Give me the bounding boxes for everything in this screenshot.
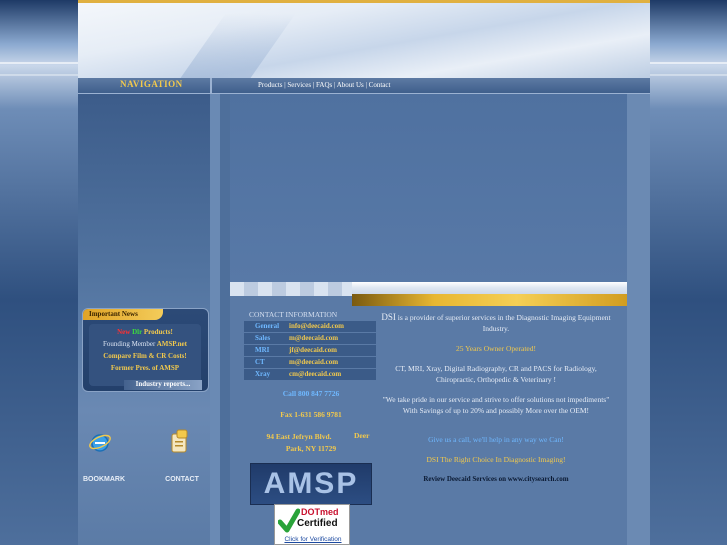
right-background-panel	[649, 0, 727, 545]
column-gutter-inner	[220, 94, 230, 545]
contact-information-heading: CONTACT INFORMATION	[249, 310, 338, 319]
news-item-former-pres[interactable]: Former Pres. of AMSP	[89, 364, 201, 372]
contact-row-mri[interactable]: MRI jf@deecaid.com	[244, 345, 376, 356]
nav-divider	[210, 78, 212, 93]
news-list: New Dlr Products! Founding Member AMSP.n…	[89, 324, 201, 386]
fax-number: Fax 1-631 586 9781	[280, 410, 342, 419]
contact-button[interactable]: CONTACT	[160, 426, 204, 488]
main-content-text: DSI is a provider of superior services i…	[378, 309, 614, 545]
contact-row-sales[interactable]: Sales m@deecaid.com	[244, 333, 376, 344]
phone-number: Call 800 847 7726	[282, 389, 340, 398]
important-news-title: Important News	[89, 310, 138, 318]
bookmark-label: BOOKMARK	[83, 476, 125, 483]
contact-row-general[interactable]: General info@deecaid.com	[244, 321, 376, 332]
dotmed-certified-badge[interactable]: DOTmed Certified Click for Verification	[274, 504, 350, 545]
contact-label: CONTACT	[165, 476, 199, 483]
glossy-divider-bar	[230, 282, 627, 306]
quote-text: "We take pride in our service and strive…	[382, 395, 610, 415]
navigation-title: NAVIGATION	[120, 79, 183, 89]
internet-explorer-icon	[89, 434, 111, 452]
news-item-founding-member[interactable]: Founding Member AMSP.net	[89, 340, 201, 348]
top-nav-links[interactable]: Products | Services | FAQs | About Us | …	[258, 81, 390, 89]
news-item-new-products[interactable]: New Dlr Products!	[89, 328, 201, 336]
address-line-1: 94 East Jefryn Blvd.	[266, 432, 332, 441]
amsp-logo[interactable]: AMSP	[250, 463, 372, 505]
industry-reports-link[interactable]: Industry reports...	[124, 380, 202, 390]
bookmark-button[interactable]: BOOKMARK	[82, 426, 126, 488]
important-news-header: Important News	[83, 309, 163, 320]
call-to-action: Give us a call, we'll help in any way we…	[428, 435, 564, 444]
contact-row-ct[interactable]: CT m@deecaid.com	[244, 357, 376, 368]
header-banner	[78, 0, 650, 93]
contact-information-panel: CONTACT INFORMATION General info@deecaid…	[244, 309, 376, 545]
news-item-compare[interactable]: Compare Film & CR Costs!	[89, 352, 201, 360]
address-deer: Deer	[354, 431, 370, 440]
navigation-bar: NAVIGATION Products | Services | FAQs | …	[78, 78, 650, 94]
contact-row-xray[interactable]: Xray cm@deecaid.com	[244, 369, 376, 380]
services-text: CT, MRI, Xray, Digital Radiography, CR a…	[395, 364, 597, 384]
left-background-panel	[0, 0, 78, 545]
years-text: 25 Years Owner Operated!	[456, 344, 536, 353]
tagline: DSI The Right Choice In Diagnostic Imagi…	[426, 455, 566, 464]
contact-card-icon	[171, 429, 188, 453]
review-link[interactable]: Review Deecaid Services on www.citysearc…	[378, 474, 614, 485]
right-strip	[627, 94, 650, 545]
content-top-area	[230, 94, 627, 282]
intro-text: DSI is a provider of superior services i…	[381, 312, 611, 333]
address-line-2: Park, NY 11729	[285, 444, 337, 453]
quick-actions: BOOKMARK CONTACT	[82, 426, 210, 488]
